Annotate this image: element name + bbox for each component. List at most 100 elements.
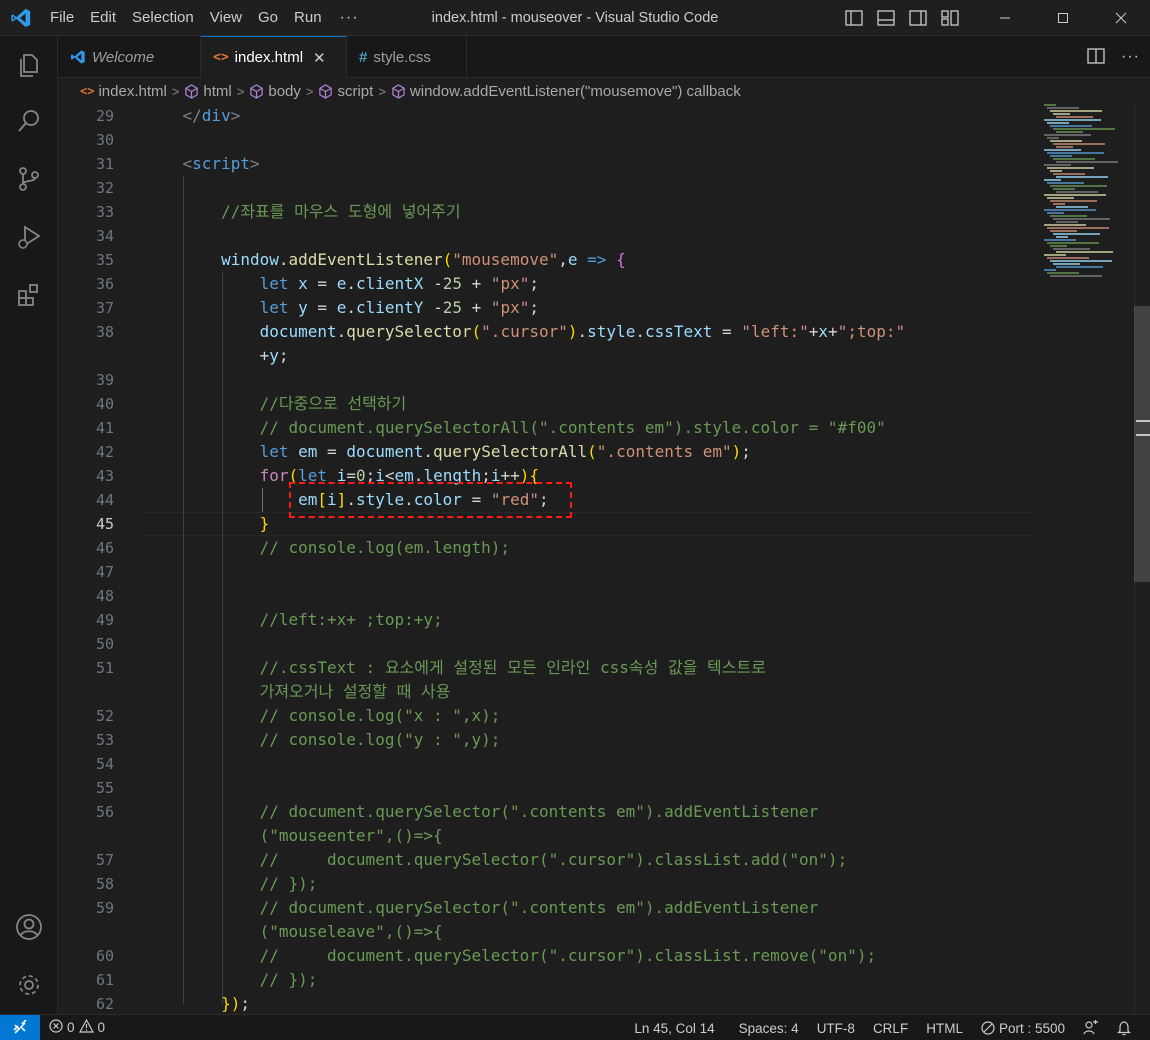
tab-style-css[interactable]: # style.css [347,36,467,78]
toggle-primary-sidebar-icon[interactable] [844,8,864,28]
element-cube-icon [318,83,333,99]
close-window-icon[interactable] [1092,0,1150,36]
cursor-position[interactable]: Ln 45, Col 14 [625,1015,723,1040]
code-editor[interactable]: 29 30 31 32 33 34 35 36 37 38 39 40 41 42 43 44 45 46 47 48… [58,104,1150,1014]
feedback-icon[interactable] [1074,1015,1108,1040]
code-line[interactable]: // console.log("y : ",y); [144,728,501,752]
accounts-icon[interactable] [0,898,58,956]
code-line[interactable]: //다중으로 선택하기 [144,392,407,416]
split-editor-icon[interactable] [1087,47,1105,67]
code-line[interactable]: <script> [144,152,260,176]
line-number: 36 [95,275,114,293]
manage-gear-icon[interactable] [0,956,58,1014]
line-number: 38 [95,323,114,341]
line-number: 46 [95,539,114,557]
minimap-line [1056,206,1088,208]
minimap-line [1047,227,1109,229]
run-debug-icon[interactable] [0,208,58,266]
minimap-line [1056,146,1073,148]
code-line[interactable]: ("mouseleave",()=>{ [144,920,443,944]
breadcrumb-item[interactable]: window.addEventListener("mousemove") cal… [410,83,741,100]
code-line[interactable]: ("mouseenter",()=>{ [144,824,443,848]
encoding-status[interactable]: UTF-8 [808,1015,864,1040]
minimap-line [1044,224,1086,226]
menu-more[interactable]: ··· [330,0,369,36]
code-line[interactable]: +y; [144,344,289,368]
scrollbar-thumb[interactable] [1134,306,1150,582]
chevron-right-icon: > [236,83,245,99]
code-line[interactable]: // }); [144,872,318,896]
line-number: 34 [95,227,114,245]
maximize-icon[interactable] [1034,0,1092,36]
code-line[interactable]: </div> [144,104,241,128]
menu-run[interactable]: Run [286,0,330,36]
live-server-status[interactable]: Port : 5500 [972,1015,1074,1040]
line-number: 33 [95,203,114,221]
menu-go[interactable]: Go [250,0,286,36]
remote-indicator-icon[interactable] [0,1014,40,1040]
eol-status[interactable]: CRLF [864,1015,917,1040]
minimap-line [1050,185,1107,187]
vscode-logo-icon [0,0,42,36]
element-cube-icon [184,83,199,99]
code-line[interactable]: // document.querySelector(".contents em"… [144,800,819,824]
menu-edit[interactable]: Edit [82,0,124,36]
code-line[interactable]: let y = e.clientY -25 + "px"; [144,296,539,320]
code-line[interactable]: document.querySelector(".cursor").style.… [144,320,906,344]
minimize-icon[interactable] [976,0,1034,36]
code-line[interactable]: //좌표를 마우스 도형에 넣어주기 [144,200,461,224]
code-line[interactable]: // document.querySelector(".cursor").cla… [144,944,877,968]
breadcrumb-item[interactable]: index.html [98,83,166,100]
line-number: 39 [95,371,114,389]
search-icon[interactable] [0,92,58,150]
toggle-panel-icon[interactable] [876,8,896,28]
minimap-line [1053,188,1075,190]
code-line[interactable]: let x = e.clientX -25 + "px"; [144,272,539,296]
method-cube-icon [391,83,406,99]
code-line[interactable]: // document.querySelectorAll(".contents … [144,416,886,440]
language-mode[interactable]: HTML [917,1015,972,1040]
minimap-line [1056,116,1093,118]
problems-status[interactable]: 0 0 [40,1015,114,1040]
activity-bar [0,36,58,1014]
chevron-right-icon: > [305,83,314,99]
line-number: 31 [95,155,114,173]
code-line[interactable]: //left:+x+ ;top:+y; [144,608,443,632]
code-line[interactable]: // console.log(em.length); [144,536,510,560]
minimap-line [1050,200,1097,202]
breadcrumb-item[interactable]: html [203,83,231,100]
html-icon: <> [80,84,95,98]
minimap-line [1056,236,1068,238]
source-control-icon[interactable] [0,150,58,208]
code-line[interactable]: let em = document.querySelectorAll(".con… [144,440,751,464]
code-line[interactable]: }); [144,992,250,1014]
code-line[interactable]: window.addEventListener("mousemove",e =>… [144,248,626,272]
code-line[interactable]: //.cssText : 요소에게 설정된 모든 인라인 css속성 값을 텍스… [144,656,766,680]
code-line[interactable]: } [144,512,270,536]
menu-file[interactable]: File [42,0,82,36]
minimap[interactable] [1040,104,1118,284]
breadcrumb-item[interactable]: body [268,83,301,100]
menu-selection[interactable]: Selection [124,0,202,36]
code-line[interactable]: // }); [144,968,318,992]
extensions-icon[interactable] [0,266,58,324]
code-line[interactable]: // document.querySelector(".contents em"… [144,896,819,920]
explorer-icon[interactable] [0,36,58,94]
line-number: 44 [95,491,114,509]
notifications-bell-icon[interactable] [1108,1015,1140,1040]
code-line[interactable]: 가져오거나 설정할 때 사용 [144,680,451,704]
minimap-line [1050,110,1102,112]
tab-index-html[interactable]: <> index.html ✕ [201,36,347,78]
more-actions-icon[interactable]: ··· [1121,48,1140,66]
minimap-line [1053,218,1110,220]
toggle-secondary-sidebar-icon[interactable] [908,8,928,28]
code-line[interactable]: // document.querySelector(".cursor").cla… [144,848,848,872]
code-line[interactable]: // console.log("x : ",x); [144,704,501,728]
menu-view[interactable]: View [202,0,250,36]
chevron-right-icon: > [378,83,386,99]
breadcrumb-item[interactable]: script [337,83,373,100]
tab-welcome[interactable]: Welcome [58,36,201,78]
customize-layout-icon[interactable] [940,8,960,28]
close-tab-icon[interactable]: ✕ [313,49,326,67]
indentation-status[interactable]: Spaces: 4 [730,1015,808,1040]
